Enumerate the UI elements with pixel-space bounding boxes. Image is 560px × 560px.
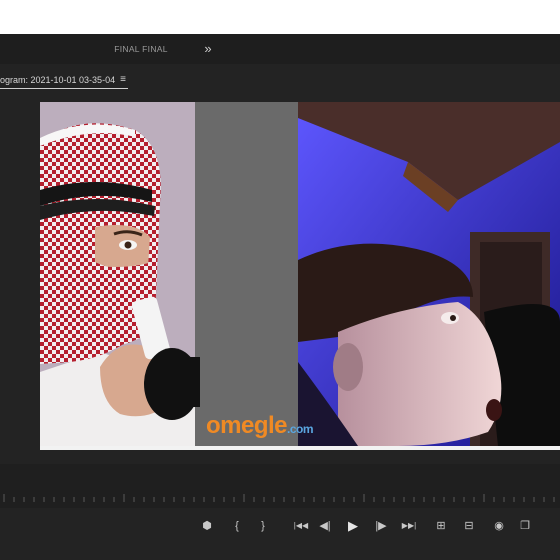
- left-participant-illustration: [40, 102, 298, 446]
- mark-in-button[interactable]: {: [228, 518, 246, 534]
- omegle-watermark-text: omegle: [206, 412, 288, 439]
- chevron-double-right-icon[interactable]: »: [198, 34, 218, 64]
- omegle-watermark: omegle.com: [206, 412, 314, 440]
- mark-out-button[interactable]: }: [254, 518, 272, 534]
- play-button[interactable]: ▶: [344, 518, 362, 534]
- video-bottom-bar: [40, 446, 560, 450]
- video-right-participant: [298, 102, 560, 446]
- transport-controls: ⬢ {} |◀◀ ◀| ▶ |▶ ▶▶| ⊞ ⊟ ◉ ❐: [0, 508, 560, 560]
- add-marker-button[interactable]: ⬢: [198, 518, 216, 534]
- export-frame-button[interactable]: ◉: [490, 518, 508, 534]
- program-monitor: omegle.com: [0, 92, 560, 464]
- right-participant-illustration: [298, 102, 560, 446]
- program-monitor-header: ogram: 2021-10-01 03-35-04 ≡: [0, 64, 560, 92]
- program-monitor-tab[interactable]: ogram: 2021-10-01 03-35-04 ≡: [0, 72, 128, 89]
- step-forward-button[interactable]: |▶: [372, 518, 390, 534]
- premiere-app: FINAL FINAL » ogram: 2021-10-01 03-35-04…: [0, 34, 560, 560]
- workspace-bar: FINAL FINAL »: [0, 34, 560, 65]
- time-ruler[interactable]: [0, 494, 560, 502]
- comparison-view-button[interactable]: ❐: [516, 518, 534, 534]
- step-back-button[interactable]: ◀|: [316, 518, 334, 534]
- workspace-tab-final-final[interactable]: FINAL FINAL: [92, 34, 190, 64]
- program-monitor-tab-label: ogram: 2021-10-01 03-35-04: [0, 75, 116, 85]
- hamburger-menu-icon[interactable]: ≡: [120, 72, 126, 88]
- playhead-ruler-area[interactable]: [0, 464, 560, 508]
- go-to-in-button[interactable]: |◀◀: [290, 518, 312, 534]
- omegle-watermark-suffix: .com: [287, 422, 314, 436]
- lift-button[interactable]: ⊞: [432, 518, 450, 534]
- go-to-out-button[interactable]: ▶▶|: [398, 518, 420, 534]
- video-left-participant: [40, 102, 298, 446]
- video-frame: omegle.com: [40, 102, 560, 450]
- extract-button[interactable]: ⊟: [460, 518, 478, 534]
